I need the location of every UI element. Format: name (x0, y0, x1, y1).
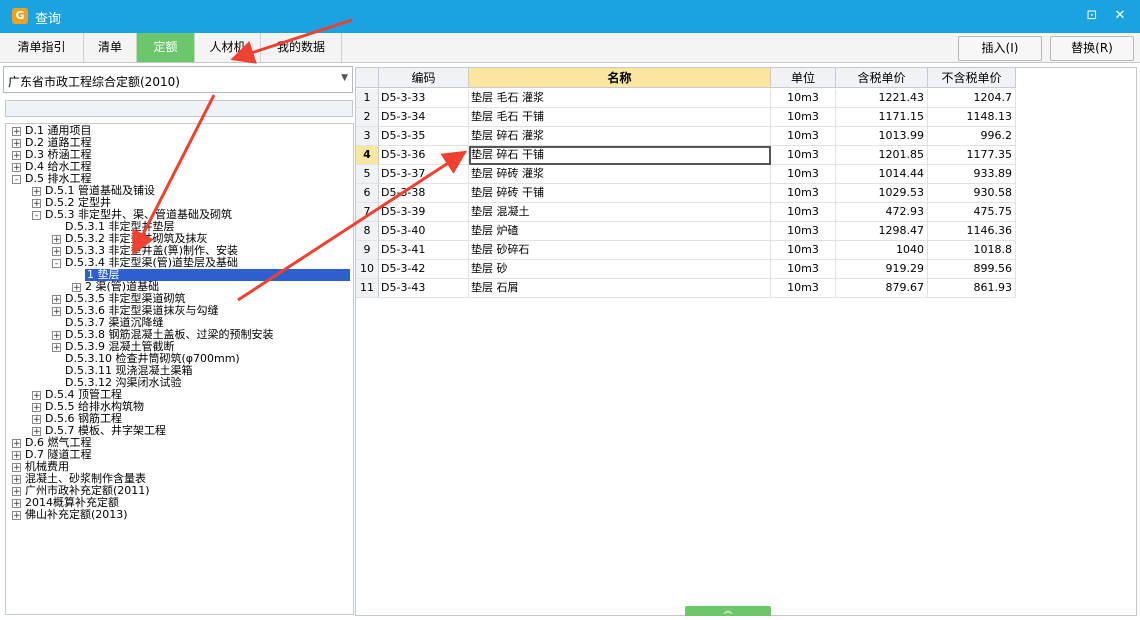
arrow-to-grid-cell (237, 150, 468, 302)
arrow-to-quota-tab (230, 18, 353, 64)
arrow-to-tree-node (132, 94, 216, 256)
annotation-arrows (132, 18, 468, 302)
